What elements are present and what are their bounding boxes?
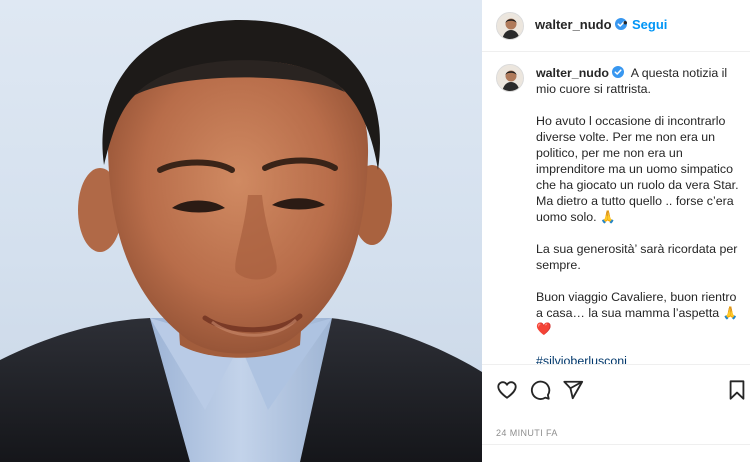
post-caption: walter_nudo A questa notizia il mio cuor…: [536, 65, 746, 385]
post-actions: [482, 364, 750, 414]
caption-paragraph: Ho avuto l occasione di incontrarlo dive…: [536, 114, 739, 224]
caption-avatar[interactable]: [496, 64, 524, 92]
comment-bar[interactable]: [482, 444, 750, 462]
post-timestamp: 24 MINUTI FA: [496, 428, 558, 438]
post-side-panel: walter_nudo • Segui walter_nudo A questa…: [482, 0, 750, 462]
avatar-image: [497, 13, 523, 39]
caption-username-text: walter_nudo: [536, 66, 609, 80]
caption-first-paragraph: walter_nudo A questa notizia il mio cuor…: [536, 65, 746, 97]
bookmark-icon[interactable]: [726, 379, 748, 401]
username[interactable]: walter_nudo: [535, 17, 627, 32]
portrait-image: [0, 20, 482, 462]
follow-button[interactable]: Segui: [632, 17, 667, 32]
caption-username[interactable]: walter_nudo: [536, 66, 624, 80]
avatar-image: [497, 65, 523, 91]
separator-dot: •: [623, 15, 628, 30]
caption-paragraph: La sua generosità’ sarà ricordata per se…: [536, 242, 738, 272]
paper-plane-icon[interactable]: [562, 379, 584, 401]
caption-paragraph: Buon viaggio Cavaliere, buon rientro a c…: [536, 290, 739, 336]
heart-icon[interactable]: [496, 379, 518, 401]
comment-icon[interactable]: [529, 379, 551, 401]
post-photo[interactable]: [0, 0, 482, 462]
verified-badge-icon: [611, 66, 624, 78]
post-header: walter_nudo • Segui: [482, 0, 750, 52]
avatar[interactable]: [496, 12, 524, 40]
username-text: walter_nudo: [535, 17, 612, 32]
